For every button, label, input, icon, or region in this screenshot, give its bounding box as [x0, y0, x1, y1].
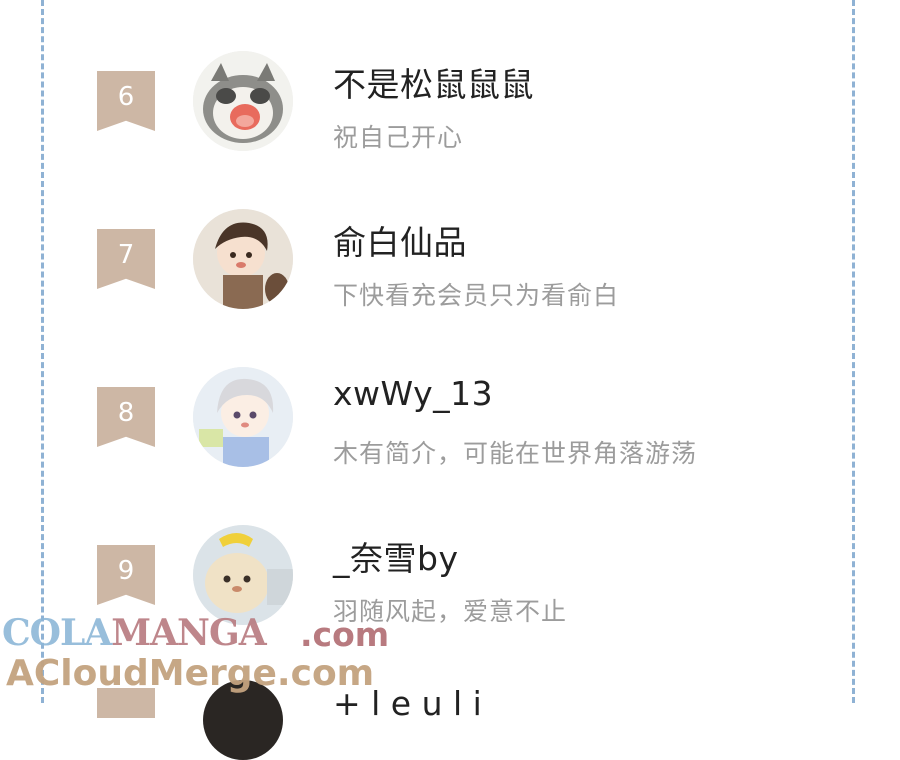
watermark-domain: .com	[300, 615, 390, 654]
user-name[interactable]: xwWy_13	[333, 374, 493, 413]
raccoon-avatar-icon[interactable]	[193, 51, 293, 151]
plush-toy-avatar-icon[interactable]	[193, 525, 293, 625]
rank-badge: 6	[97, 71, 155, 131]
white-hair-avatar-icon[interactable]	[193, 367, 293, 467]
user-name[interactable]: _奈雪by	[333, 532, 458, 580]
rank-badge: 8	[97, 387, 155, 447]
list-item[interactable]: 8 xwWy_13 木有简介，可能在世界角落游荡	[0, 334, 900, 492]
list-item[interactable]: 6 不是松鼠鼠鼠 祝自己开心	[0, 18, 900, 176]
watermark-line2: ACloudMerge.com	[6, 653, 375, 694]
watermark-line1: COLAMANGA	[2, 612, 267, 654]
anime-boy-avatar-icon[interactable]	[193, 209, 293, 309]
user-bio: 祝自己开心	[333, 123, 464, 152]
rank-badge: 9	[97, 545, 155, 605]
rank-badge: 7	[97, 229, 155, 289]
user-bio: 木有简介，可能在世界角落游荡	[333, 439, 698, 468]
user-name[interactable]: 俞白仙品	[333, 216, 467, 264]
user-name[interactable]: 不是松鼠鼠鼠	[333, 58, 534, 106]
user-bio: 下快看充会员只为看俞白	[333, 281, 620, 310]
list-item[interactable]: 7 俞白仙品 下快看充会员只为看俞白	[0, 176, 900, 334]
